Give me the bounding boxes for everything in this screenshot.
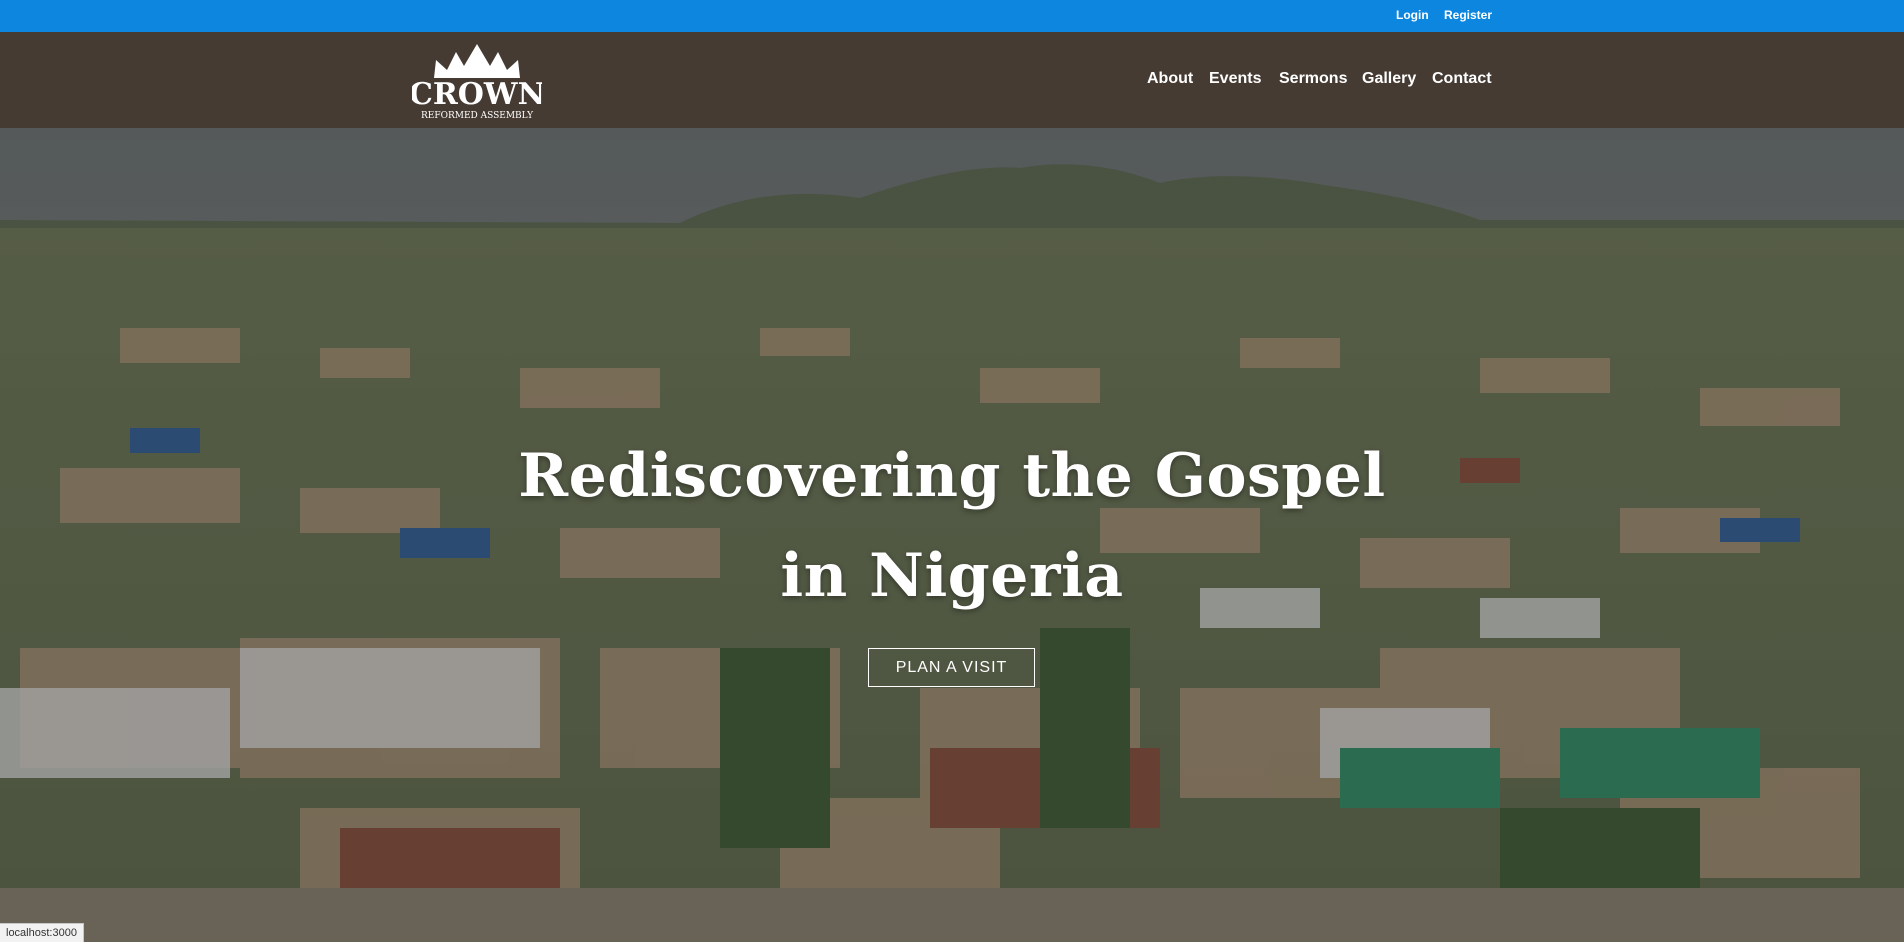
- main-navbar: CROWN REFORMED ASSEMBLY About Events Ser…: [0, 32, 1904, 128]
- nav-about[interactable]: About: [1147, 70, 1193, 88]
- login-link[interactable]: Login: [1396, 8, 1429, 22]
- plan-a-visit-button[interactable]: PLAN A VISIT: [868, 648, 1035, 687]
- hero-banner: Rediscovering the Gospel in Nigeria PLAN…: [0, 128, 1904, 942]
- status-url: localhost:3000: [0, 923, 84, 942]
- hero-headline: Rediscovering the Gospel in Nigeria: [452, 426, 1452, 626]
- nav-contact[interactable]: Contact: [1432, 70, 1492, 88]
- register-link[interactable]: Register: [1444, 8, 1492, 22]
- crown-logo[interactable]: CROWN REFORMED ASSEMBLY: [409, 42, 545, 122]
- hero-headline-line1: Rediscovering the Gospel: [518, 441, 1386, 511]
- nav-events[interactable]: Events: [1209, 70, 1261, 88]
- logo-subtitle: REFORMED ASSEMBLY: [421, 111, 534, 121]
- logo-title: CROWN: [412, 77, 542, 112]
- hero-headline-line2: in Nigeria: [780, 541, 1124, 611]
- crown-icon: CROWN REFORMED ASSEMBLY: [409, 44, 545, 121]
- top-bar: Login Register: [0, 0, 1904, 32]
- nav-gallery[interactable]: Gallery: [1362, 70, 1416, 88]
- nav-sermons[interactable]: Sermons: [1279, 70, 1347, 88]
